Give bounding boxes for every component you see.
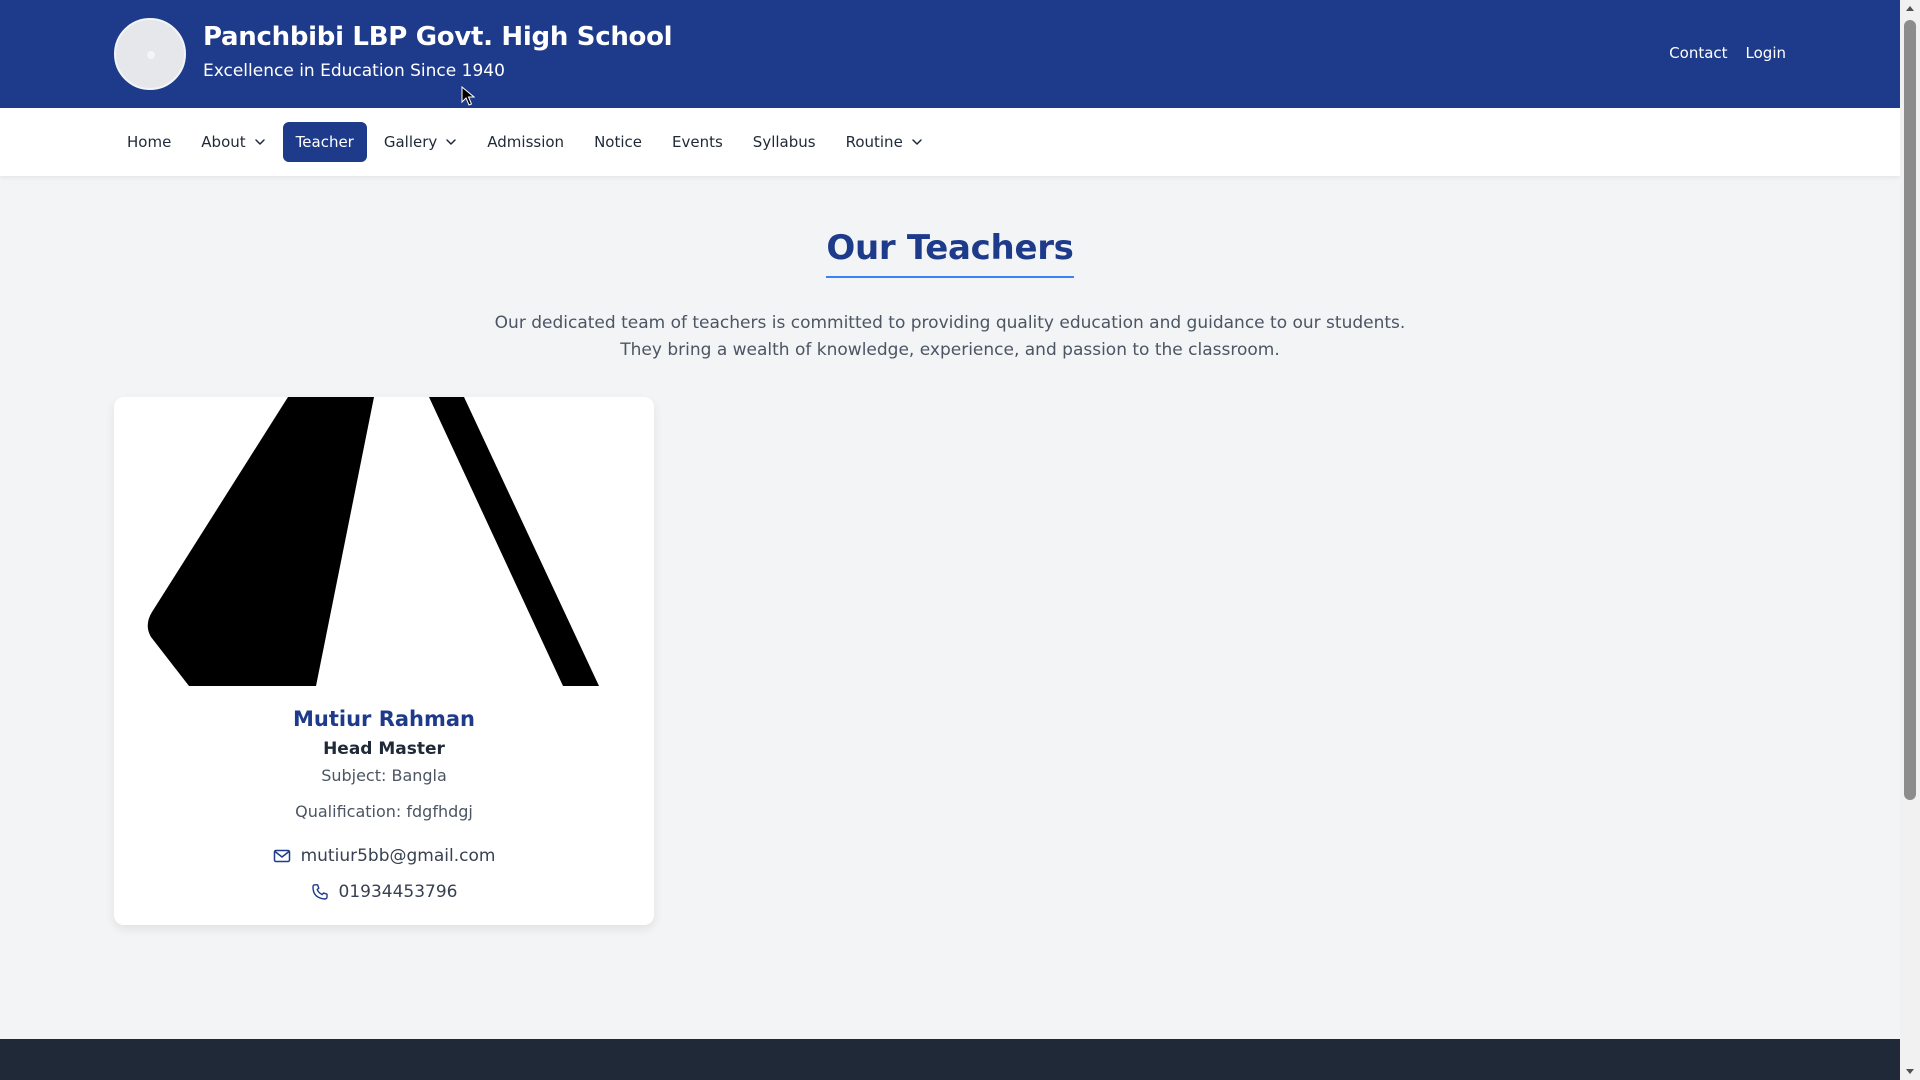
teacher-email-row: mutiur5bb@gmail.com	[114, 846, 654, 866]
nav-item-syllabus[interactable]: Syllabus	[740, 122, 829, 162]
nav-item-routine[interactable]: Routine	[833, 122, 936, 162]
nav-item-label: Teacher	[295, 133, 354, 151]
nav-item-about[interactable]: About	[188, 122, 278, 162]
site-header: Panchbibi LBP Govt. High School Excellen…	[0, 0, 1900, 108]
nav-item-label: Syllabus	[752, 133, 816, 151]
nav-item-label: Admission	[487, 133, 565, 151]
nav-item-label: Events	[672, 133, 723, 151]
chevron-down-icon	[446, 139, 457, 145]
nav-item-home[interactable]: Home	[114, 122, 184, 162]
page-viewport: Panchbibi LBP Govt. High School Excellen…	[0, 0, 1900, 1080]
nav-item-gallery[interactable]: Gallery	[371, 122, 470, 162]
chevron-down-icon	[254, 139, 265, 145]
nav-item-notice[interactable]: Notice	[581, 122, 655, 162]
teacher-phone-row: 01934453796	[114, 882, 654, 902]
teacher-email[interactable]: mutiur5bb@gmail.com	[301, 846, 496, 866]
page-scrollbar[interactable]	[1900, 0, 1920, 1080]
nav-item-label: About	[201, 133, 246, 151]
teacher-name: Mutiur Rahman	[293, 707, 475, 731]
login-link[interactable]: Login	[1746, 44, 1786, 62]
school-tagline: Excellence in Education Since 1940	[203, 61, 505, 81]
intro-text: Our dedicated team of teachers is commit…	[0, 310, 1900, 364]
teacher-subject: Subject: Bangla	[321, 766, 447, 785]
nav-item-events[interactable]: Events	[659, 122, 736, 162]
phone-icon	[311, 884, 328, 900]
scroll-up-arrow-icon[interactable]	[1900, 0, 1920, 16]
nav-item-label: Gallery	[383, 133, 438, 151]
teacher-card: Mutiur Rahman Head Master Subject: Bangl…	[114, 397, 654, 925]
intro-line: They bring a wealth of knowledge, experi…	[620, 340, 1280, 360]
teacher-phone[interactable]: 01934453796	[339, 882, 458, 902]
nav-item-label: Home	[127, 133, 172, 151]
scroll-down-arrow-icon[interactable]	[1900, 1064, 1920, 1080]
nav-item-teacher[interactable]: Teacher	[282, 122, 367, 162]
teacher-role: Head Master	[323, 739, 445, 759]
nav-item-label: Routine	[845, 133, 903, 151]
chevron-down-icon	[912, 139, 922, 145]
page-title: Our Teachers	[826, 228, 1074, 278]
site-footer	[0, 1039, 1900, 1080]
main-navbar: Home About Teacher Gallery Admission Not…	[0, 108, 1900, 176]
scrollbar-thumb[interactable]	[1904, 20, 1916, 800]
page-title-wrap: Our Teachers	[0, 228, 1900, 278]
teacher-qualification: Qualification: fdgfhdgj	[295, 802, 473, 821]
school-name[interactable]: Panchbibi LBP Govt. High School	[203, 22, 673, 52]
mail-icon	[273, 849, 290, 863]
nav-item-label: Notice	[594, 133, 642, 151]
teacher-photo	[114, 397, 654, 686]
nav-item-admission[interactable]: Admission	[474, 122, 577, 162]
school-logo[interactable]	[114, 18, 186, 90]
nav-items: Home About Teacher Gallery Admission Not…	[114, 122, 936, 162]
contact-link[interactable]: Contact	[1669, 44, 1727, 62]
top-links: Contact Login	[1669, 44, 1786, 62]
intro-line: Our dedicated team of teachers is commit…	[494, 313, 1406, 333]
mouse-cursor-icon	[461, 86, 475, 106]
